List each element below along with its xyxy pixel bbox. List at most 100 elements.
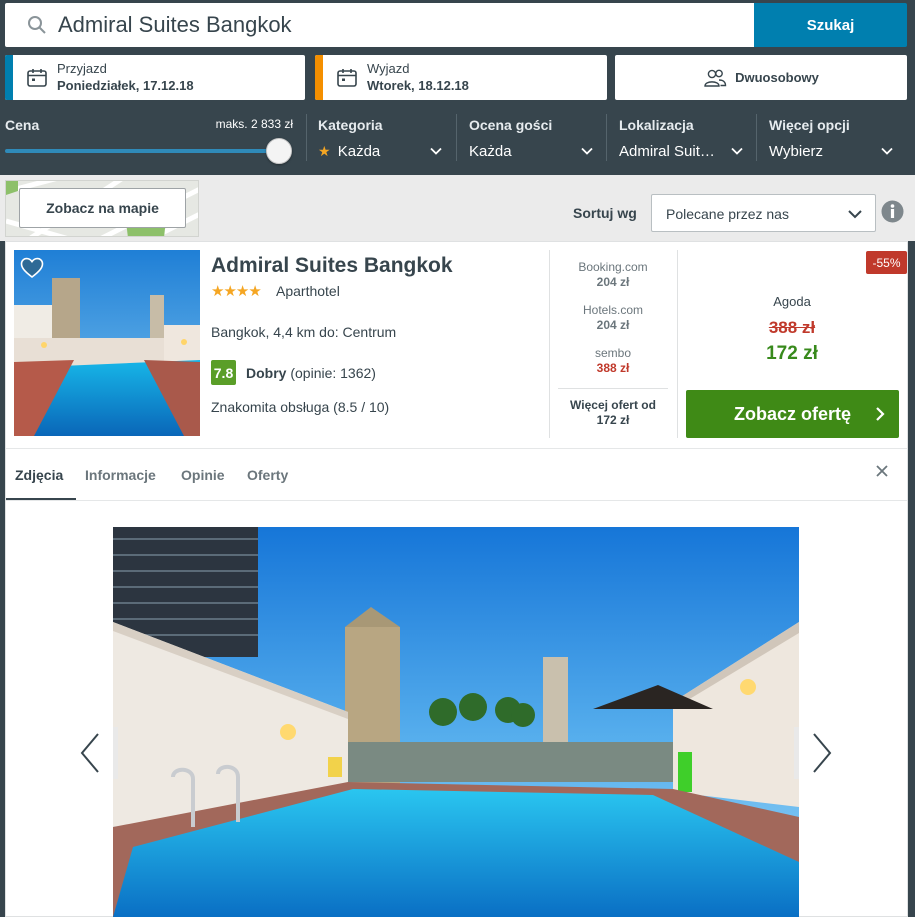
rating-filter-label: Ocena gości xyxy=(469,117,553,133)
checkin-field[interactable]: Przyjazd Poniedziałek, 17.12.18 xyxy=(5,55,305,100)
divider xyxy=(6,448,907,449)
alt-offer-price: 204 zł xyxy=(596,275,630,289)
chevron-down-icon xyxy=(848,210,862,219)
info-icon[interactable] xyxy=(881,200,904,223)
location-filter[interactable]: Lokalizacja Admiral Suit… xyxy=(619,112,747,164)
alt-offer-site: sembo xyxy=(594,346,632,360)
category-value-text: Każda xyxy=(337,143,381,160)
hotel-stars: ★★★★ xyxy=(211,283,262,300)
chevron-right-icon[interactable] xyxy=(810,732,834,774)
calendar-icon xyxy=(27,69,47,87)
show-map-button[interactable]: Zobacz na mapie xyxy=(19,188,186,228)
chevron-down-icon xyxy=(581,147,593,155)
guests-icon xyxy=(704,69,727,87)
calendar-icon xyxy=(337,69,357,87)
sort-label: Sortuj wg xyxy=(573,205,637,221)
checkout-field[interactable]: Wyjazd Wtorek, 18.12.18 xyxy=(315,55,607,100)
room-selector[interactable]: Dwuosobowy xyxy=(615,55,907,100)
rating-word: Dobry xyxy=(246,365,287,381)
hotel-type: Aparthotel xyxy=(276,283,340,299)
search-value: Admiral Suites Bangkok xyxy=(58,12,292,37)
tab-reviews[interactable]: Opinie xyxy=(181,467,225,483)
service-rating: Znakomita obsługa (8.5 / 10) xyxy=(211,399,390,415)
filter-bar: Cena maks. 2 833 zł Kategoria ★ Każda Oc… xyxy=(0,112,915,167)
chevron-down-icon xyxy=(430,147,442,155)
more-offers-price: 172 zł xyxy=(596,413,630,427)
more-options-value: Wybierz xyxy=(769,143,824,160)
hotel-thumbnail[interactable] xyxy=(14,250,200,436)
view-deal-label: Zobacz ofertę xyxy=(733,403,852,424)
divider xyxy=(558,388,668,389)
more-offers-text: Więcej ofert od xyxy=(570,398,656,412)
alt-offer-hotels[interactable]: Hotels.com 204 zł xyxy=(558,303,668,332)
checkout-label: Wyjazd xyxy=(367,61,410,76)
divider xyxy=(456,114,457,161)
room-label: Dwuosobowy xyxy=(735,70,819,85)
alt-offer-price: 204 zł xyxy=(596,318,630,332)
favorite-heart-icon[interactable] xyxy=(20,256,44,280)
checkin-accent xyxy=(5,55,13,100)
more-options-label: Więcej opcji xyxy=(769,117,850,133)
search-input[interactable]: Admiral Suites Bangkok xyxy=(5,3,754,47)
divider xyxy=(306,114,307,161)
alt-offer-sembo[interactable]: sembo 388 zł xyxy=(558,346,668,375)
chevron-left-icon[interactable] xyxy=(78,732,102,774)
rating-count: (opinie: 1362) xyxy=(290,365,376,381)
price-slider-track[interactable] xyxy=(5,149,280,153)
alt-offer-site: Booking.com xyxy=(578,260,648,274)
gallery-edge xyxy=(794,727,799,779)
more-offers-link[interactable]: Więcej ofert od 172 zł xyxy=(558,398,668,428)
divider xyxy=(606,114,607,161)
price-filter[interactable]: Cena maks. 2 833 zł xyxy=(5,112,293,164)
category-filter[interactable]: Kategoria ★ Każda xyxy=(318,112,446,164)
category-filter-label: Kategoria xyxy=(318,117,383,133)
sort-value: Polecane przez nas xyxy=(666,206,789,222)
divider xyxy=(549,250,550,438)
old-price: 388 zł xyxy=(768,318,816,337)
divider xyxy=(756,114,757,161)
search-button[interactable]: Szukaj xyxy=(754,3,907,47)
close-icon[interactable] xyxy=(875,464,889,478)
rating-filter[interactable]: Ocena gości Każda xyxy=(469,112,597,164)
hotel-pool-photo xyxy=(113,527,799,917)
results-toolbar: Zobacz na mapie Sortuj wg Polecane przez… xyxy=(0,175,915,241)
rating-summary[interactable]: Dobry (opinie: 1362) xyxy=(246,365,376,381)
gallery-edge xyxy=(113,727,118,779)
price-slider-handle[interactable] xyxy=(266,138,292,164)
more-options-filter[interactable]: Więcej opcji Wybierz xyxy=(769,112,897,164)
rating-score[interactable]: 7.8 xyxy=(211,360,236,385)
sort-select[interactable]: Polecane przez nas xyxy=(651,194,876,232)
star-icon: ★ xyxy=(318,143,331,159)
alt-offer-booking[interactable]: Booking.com 204 zł xyxy=(558,260,668,289)
location-filter-value: Admiral Suit… xyxy=(619,143,715,160)
checkout-accent xyxy=(315,55,323,100)
divider xyxy=(6,500,907,501)
chevron-down-icon xyxy=(731,147,743,155)
price-max: maks. 2 833 zł xyxy=(215,117,293,131)
checkin-value: Poniedziałek, 17.12.18 xyxy=(57,78,194,93)
tab-offers[interactable]: Oferty xyxy=(247,467,288,483)
offer-provider: Agoda xyxy=(773,294,811,309)
alt-offer-price: 388 zł xyxy=(596,361,630,375)
discount-badge: -55% xyxy=(866,251,907,274)
hotel-name[interactable]: Admiral Suites Bangkok xyxy=(211,254,453,278)
hotel-location[interactable]: Bangkok, 4,4 km do: Centrum xyxy=(211,324,396,340)
chevron-right-icon xyxy=(876,407,885,421)
search-header: Admiral Suites Bangkok Szukaj Przyjazd P… xyxy=(0,0,915,175)
tab-info[interactable]: Informacje xyxy=(85,467,156,483)
best-price[interactable]: 172 zł xyxy=(687,343,897,365)
hotel-result-card: Admiral Suites Bangkok ★★★★ Aparthotel B… xyxy=(5,241,908,917)
alt-offer-site: Hotels.com xyxy=(582,303,644,317)
search-icon xyxy=(28,16,46,34)
chevron-down-icon xyxy=(881,147,893,155)
rating-filter-value: Każda xyxy=(469,143,512,160)
gallery-photo[interactable] xyxy=(113,527,799,917)
price-filter-label: Cena xyxy=(5,117,40,133)
checkin-label: Przyjazd xyxy=(57,61,107,76)
checkout-value: Wtorek, 18.12.18 xyxy=(367,78,469,93)
divider xyxy=(677,250,678,438)
view-deal-button[interactable]: Zobacz ofertę xyxy=(686,390,899,438)
tab-photos[interactable]: Zdjęcia xyxy=(15,467,63,483)
category-filter-value: ★ Każda xyxy=(318,143,380,160)
map-preview[interactable]: Zobacz na mapie xyxy=(5,180,199,237)
